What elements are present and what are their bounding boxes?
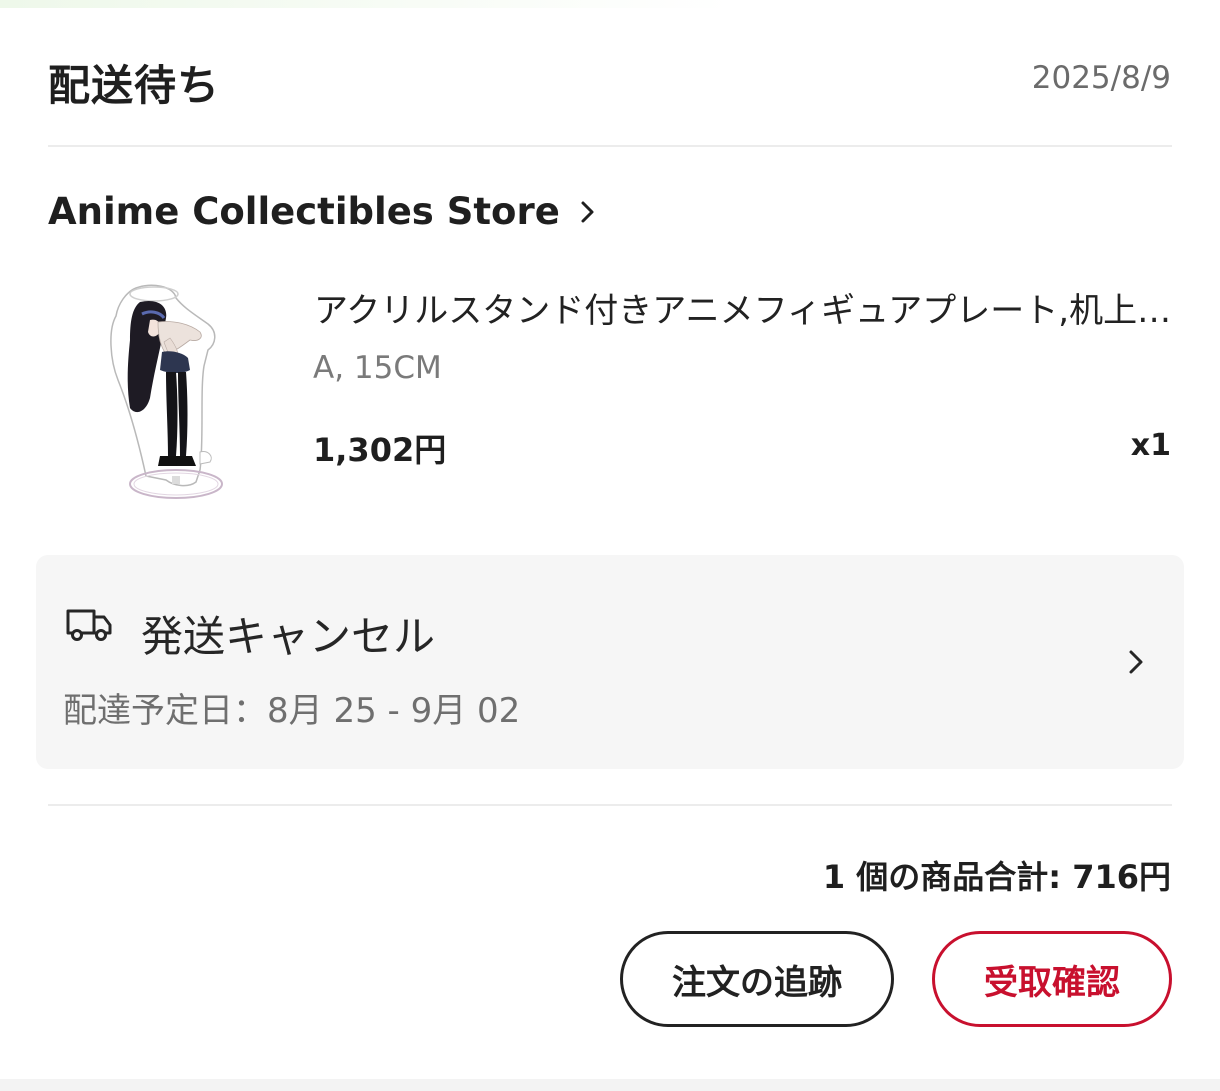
confirm-receipt-button[interactable]: 受取確認 bbox=[932, 931, 1172, 1027]
bottom-separator bbox=[0, 1079, 1220, 1091]
product-quantity: x1 bbox=[1130, 428, 1171, 463]
header-divider bbox=[48, 145, 1172, 147]
order-total: 1 個の商品合計: 716円 bbox=[822, 858, 1171, 896]
delivery-estimate: 配達予定日：8月 25 - 9月 02 bbox=[63, 691, 521, 731]
product-price: 1,302円 bbox=[313, 431, 447, 469]
truck-icon bbox=[66, 609, 112, 641]
order-status-title: 配送待ち bbox=[48, 61, 221, 110]
shipping-status-card[interactable]: 発送キャンセル 配達予定日：8月 25 - 9月 02 bbox=[36, 555, 1184, 769]
chevron-right-icon bbox=[1129, 650, 1143, 674]
track-order-button[interactable]: 注文の追跡 bbox=[620, 931, 894, 1027]
product-variant: A, 15CM bbox=[313, 350, 442, 386]
store-link[interactable]: Anime Collectibles Store bbox=[48, 190, 600, 233]
product-image[interactable] bbox=[96, 280, 246, 515]
shipping-status-text: 発送キャンセル bbox=[141, 612, 436, 661]
top-accent-strip bbox=[0, 0, 1220, 8]
chevron-right-icon bbox=[581, 201, 594, 222]
store-name: Anime Collectibles Store bbox=[48, 190, 560, 233]
product-title[interactable]: アクリルスタンド付きアニメフィギュアプレート,机上の装飾品 bbox=[314, 283, 1172, 332]
order-date: 2025/8/9 bbox=[1031, 60, 1171, 96]
summary-divider bbox=[48, 804, 1172, 806]
